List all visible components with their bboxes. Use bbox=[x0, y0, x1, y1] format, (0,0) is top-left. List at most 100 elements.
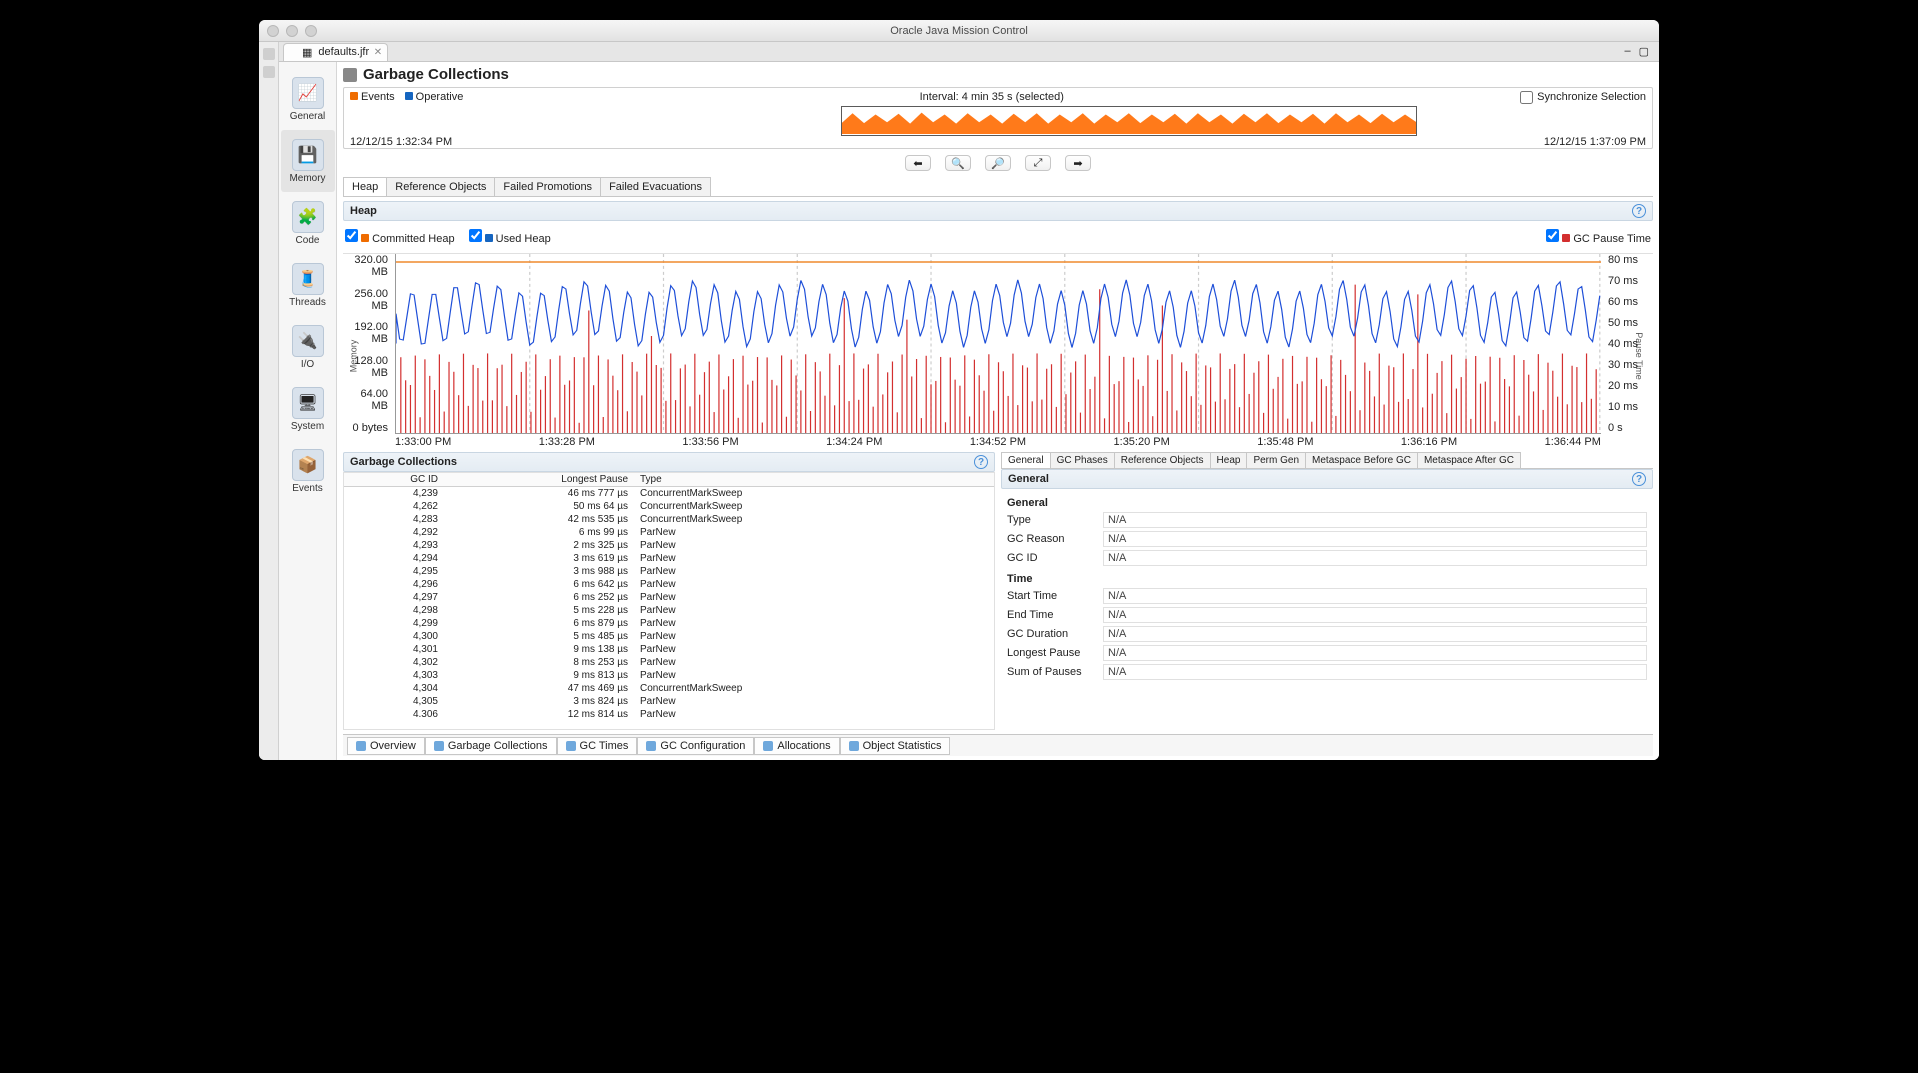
nav-forward-button[interactable]: ➡ bbox=[1065, 155, 1091, 171]
x-axis: 1:33:00 PM1:33:28 PM1:33:56 PM1:34:24 PM… bbox=[395, 436, 1601, 448]
bottom-tab-gc-configuration[interactable]: GC Configuration bbox=[637, 737, 754, 755]
table-row[interactable]: 4,3028 ms 253 µsParNew bbox=[344, 656, 994, 669]
sidebar-item-threads[interactable]: 🧵Threads bbox=[281, 254, 335, 316]
tab-failed-promotions[interactable]: Failed Promotions bbox=[494, 177, 601, 196]
table-row[interactable]: 4,2985 ms 228 µsParNew bbox=[344, 604, 994, 617]
bottom-tab-overview[interactable]: Overview bbox=[347, 737, 425, 755]
tab-area: ▦ defaults.jfr ✕ – ▢ 📈General💾Memory🧩Cod… bbox=[279, 42, 1659, 760]
table-row[interactable]: 4,3039 ms 813 µsParNew bbox=[344, 669, 994, 682]
page-title-row: Garbage Collections bbox=[343, 66, 1653, 83]
nav-button-row: ⬅ 🔍 🔎 ⤢ ➡ bbox=[343, 153, 1653, 173]
gc-table-body[interactable]: 4,23946 ms 777 µsConcurrentMarkSweep4,26… bbox=[344, 487, 994, 717]
nav-zoom-out-button[interactable]: 🔎 bbox=[985, 155, 1011, 171]
table-row[interactable]: 4,2926 ms 99 µsParNew bbox=[344, 526, 994, 539]
detail-field: GC IDN/A bbox=[1007, 550, 1647, 566]
table-row[interactable]: 4,2996 ms 879 µsParNew bbox=[344, 617, 994, 630]
trash-icon bbox=[343, 68, 357, 82]
col-pause[interactable]: Longest Pause bbox=[444, 473, 634, 486]
sidebar-item-system[interactable]: 🖥 System bbox=[281, 378, 335, 440]
recording-icon: ▦ bbox=[302, 46, 312, 59]
detail-tab-reference-objects[interactable]: Reference Objects bbox=[1114, 452, 1211, 468]
col-gc-id[interactable]: GC ID bbox=[344, 473, 444, 486]
sidebar-item-events[interactable]: 📦Events bbox=[281, 440, 335, 502]
table-row[interactable]: 4,26250 ms 64 µsConcurrentMarkSweep bbox=[344, 500, 994, 513]
help-icon[interactable]: ? bbox=[974, 455, 988, 469]
bottom-tab-object-statistics[interactable]: Object Statistics bbox=[840, 737, 951, 755]
table-row[interactable]: 4,2943 ms 619 µsParNew bbox=[344, 552, 994, 565]
table-row[interactable]: 4,3005 ms 485 µsParNew bbox=[344, 630, 994, 643]
gc-detail-panel: GeneralGC PhasesReference ObjectsHeapPer… bbox=[1001, 452, 1653, 730]
table-row[interactable]: 4,23946 ms 777 µsConcurrentMarkSweep bbox=[344, 487, 994, 500]
sidebar-item-io[interactable]: 🔌I/O bbox=[281, 316, 335, 378]
nav-zoom-in-button[interactable]: 🔍 bbox=[945, 155, 971, 171]
zoom-icon[interactable] bbox=[305, 25, 317, 37]
minimize-icon[interactable] bbox=[286, 25, 298, 37]
y-axis-left: 320.00 MB256.00 MB192.00 MB128.00 MB64.0… bbox=[343, 254, 391, 434]
table-row[interactable]: 4,2976 ms 252 µsParNew bbox=[344, 591, 994, 604]
chart-plot[interactable] bbox=[395, 254, 1601, 434]
bottom-tab-garbage-collections[interactable]: Garbage Collections bbox=[425, 737, 557, 755]
table-row[interactable]: 4,3019 ms 138 µsParNew bbox=[344, 643, 994, 656]
interval-selection[interactable] bbox=[841, 106, 1417, 136]
gc-pause-toggle[interactable]: GC Pause Time bbox=[1546, 229, 1651, 245]
system-icon: 🖥 bbox=[292, 387, 324, 419]
detail-tab-heap[interactable]: Heap bbox=[1210, 452, 1248, 468]
sync-selection[interactable]: Synchronize Selection bbox=[1520, 91, 1646, 104]
table-row[interactable]: 4,2953 ms 988 µsParNew bbox=[344, 565, 994, 578]
detail-field: Sum of PausesN/A bbox=[1007, 664, 1647, 680]
window-controls[interactable] bbox=[267, 25, 317, 37]
sidebar-item-label: General bbox=[290, 111, 326, 122]
tool-gutter bbox=[259, 42, 279, 760]
gutter-icon[interactable] bbox=[263, 48, 275, 60]
sidebar-item-code[interactable]: 🧩Code bbox=[281, 192, 335, 254]
heap-chart[interactable]: Memory Pause Time 320.00 MB256.00 MB192.… bbox=[343, 253, 1653, 448]
file-tab[interactable]: ▦ defaults.jfr ✕ bbox=[283, 43, 388, 61]
maximize-view-icon[interactable]: ▢ bbox=[1639, 45, 1649, 58]
gutter-icon[interactable] bbox=[263, 66, 275, 78]
help-icon[interactable]: ? bbox=[1632, 204, 1646, 218]
bottom-tab-allocations[interactable]: Allocations bbox=[754, 737, 839, 755]
file-tab-label: defaults.jfr bbox=[318, 46, 369, 58]
tab-icon bbox=[566, 741, 576, 751]
tab-reference-objects[interactable]: Reference Objects bbox=[386, 177, 495, 196]
table-row[interactable]: 4,3053 ms 824 µsParNew bbox=[344, 695, 994, 708]
used-heap-toggle[interactable]: Used Heap bbox=[469, 229, 551, 245]
sidebar-item-label: System bbox=[291, 421, 324, 432]
bottom-tab-gc-times[interactable]: GC Times bbox=[557, 737, 638, 755]
close-tab-icon[interactable]: ✕ bbox=[374, 47, 382, 58]
io-icon: 🔌 bbox=[292, 325, 324, 357]
col-type[interactable]: Type bbox=[634, 473, 994, 486]
nav-back-button[interactable]: ⬅ bbox=[905, 155, 931, 171]
sidebar-item-general[interactable]: 📈General bbox=[281, 68, 335, 130]
interval-overview[interactable] bbox=[344, 106, 1652, 136]
sidebar-item-memory[interactable]: 💾Memory bbox=[281, 130, 335, 192]
detail-tab-gc-phases[interactable]: GC Phases bbox=[1050, 452, 1115, 468]
table-row[interactable]: 4,2932 ms 325 µsParNew bbox=[344, 539, 994, 552]
detail-field: Start TimeN/A bbox=[1007, 588, 1647, 604]
tab-heap[interactable]: Heap bbox=[343, 177, 387, 196]
detail-value: N/A bbox=[1103, 607, 1647, 623]
tab-icon bbox=[356, 741, 366, 751]
page-content: 📈General💾Memory🧩Code🧵Threads🔌I/O 🖥 System 📦… bbox=[279, 62, 1659, 760]
detail-tab-perm-gen[interactable]: Perm Gen bbox=[1246, 452, 1306, 468]
interval-start: 12/12/15 1:32:34 PM bbox=[350, 136, 452, 148]
main-panel: Garbage Collections Events Operative Int… bbox=[337, 62, 1659, 760]
table-row[interactable]: 4,28342 ms 535 µsConcurrentMarkSweep bbox=[344, 513, 994, 526]
detail-field: End TimeN/A bbox=[1007, 607, 1647, 623]
sidebar-item-label: Code bbox=[296, 235, 320, 246]
table-row[interactable]: 4,30612 ms 814 µsParNew bbox=[344, 708, 994, 717]
lower-split: Garbage Collections ? GC ID Longest Paus… bbox=[343, 452, 1653, 730]
gc-list-header: Garbage Collections ? bbox=[343, 452, 995, 472]
tab-failed-evacuations[interactable]: Failed Evacuations bbox=[600, 177, 711, 196]
detail-tab-metaspace-after-gc[interactable]: Metaspace After GC bbox=[1417, 452, 1521, 468]
committed-heap-toggle[interactable]: Committed Heap bbox=[345, 229, 455, 245]
detail-tab-general[interactable]: General bbox=[1001, 452, 1051, 468]
sync-checkbox[interactable] bbox=[1520, 91, 1533, 104]
close-icon[interactable] bbox=[267, 25, 279, 37]
help-icon[interactable]: ? bbox=[1632, 472, 1646, 486]
minimize-view-icon[interactable]: – bbox=[1624, 45, 1630, 58]
nav-select-button[interactable]: ⤢ bbox=[1025, 155, 1051, 171]
detail-tab-metaspace-before-gc[interactable]: Metaspace Before GC bbox=[1305, 452, 1418, 468]
table-row[interactable]: 4,30447 ms 469 µsConcurrentMarkSweep bbox=[344, 682, 994, 695]
table-row[interactable]: 4,2966 ms 642 µsParNew bbox=[344, 578, 994, 591]
